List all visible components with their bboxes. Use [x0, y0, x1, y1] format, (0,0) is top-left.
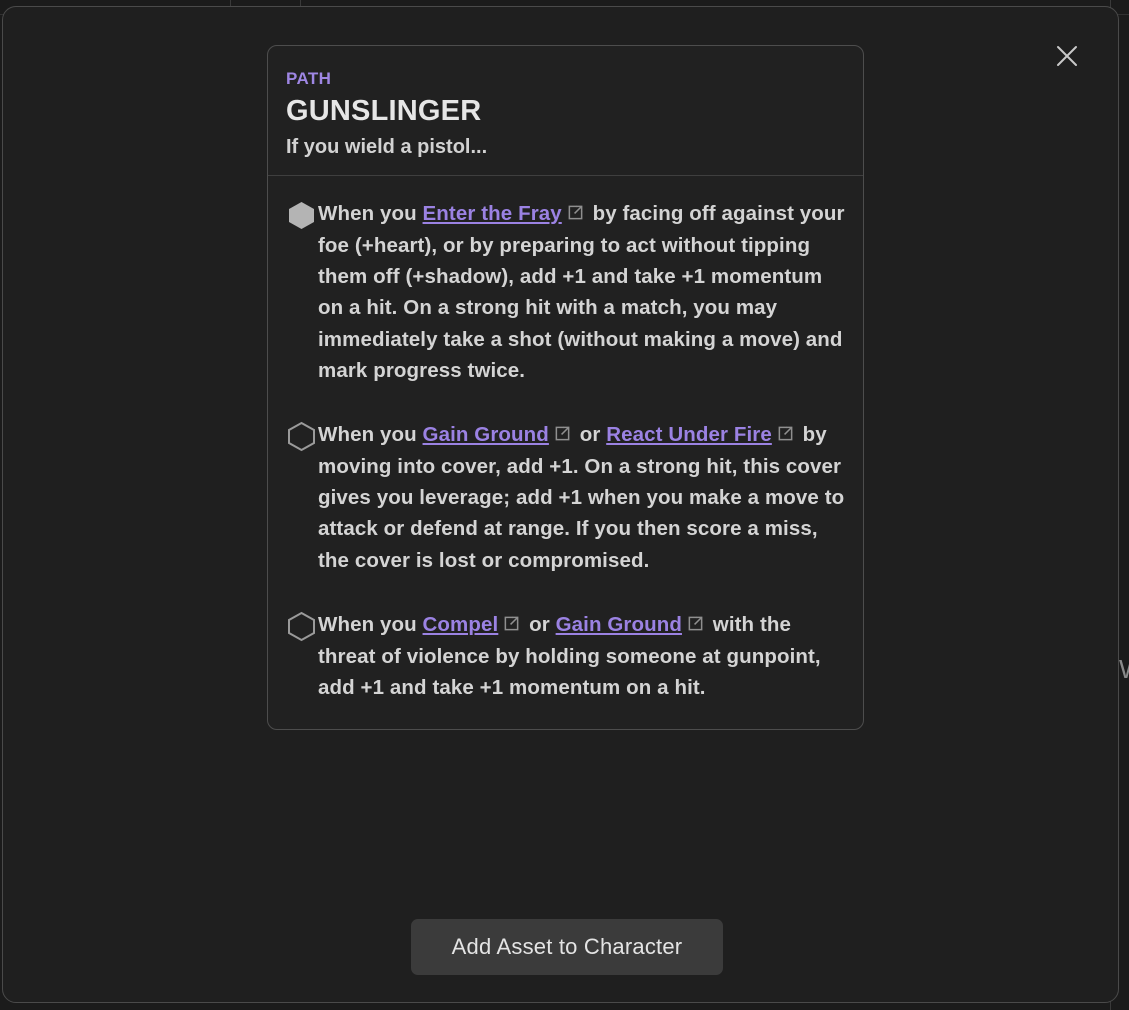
ability-text: When you Enter the Fray by facing off ag…	[318, 198, 845, 386]
ability-text-segment: When you	[318, 202, 423, 225]
add-asset-to-character-button[interactable]: Add Asset to Character	[411, 919, 723, 975]
hexagon-filled-icon[interactable]	[286, 200, 317, 231]
hexagon-outline-icon[interactable]	[286, 421, 317, 452]
ability-item[interactable]: When you Compel or Gain Ground with the …	[286, 609, 845, 703]
move-link[interactable]: Enter the Fray	[423, 202, 562, 225]
asset-detail-modal: PATH GUNSLINGER If you wield a pistol...…	[2, 6, 1119, 1003]
asset-header: PATH GUNSLINGER If you wield a pistol...	[268, 46, 863, 176]
external-link-icon[interactable]	[687, 610, 704, 641]
ability-text: When you Gain Ground or React Under Fire…	[318, 419, 845, 576]
external-link-icon[interactable]	[567, 199, 584, 230]
ability-list: When you Enter the Fray by facing off ag…	[268, 176, 863, 729]
move-link[interactable]: Gain Ground	[556, 613, 682, 636]
external-link-icon[interactable]	[503, 610, 520, 641]
ability-text-segment: or	[573, 422, 607, 446]
ability-text: When you Compel or Gain Ground with the …	[318, 609, 845, 703]
ability-item[interactable]: When you Gain Ground or React Under Fire…	[286, 419, 845, 576]
asset-type-label: PATH	[286, 69, 332, 88]
asset-title: GUNSLINGER	[286, 94, 482, 127]
close-icon[interactable]	[1048, 37, 1086, 75]
hexagon-outline-icon[interactable]	[286, 611, 317, 642]
move-link[interactable]: Compel	[423, 613, 499, 636]
ability-item[interactable]: When you Enter the Fray by facing off ag…	[286, 198, 845, 386]
asset-subtitle: If you wield a pistol...	[286, 136, 488, 158]
external-link-icon[interactable]	[777, 420, 794, 451]
ability-text-segment: or	[523, 612, 556, 636]
asset-card: PATH GUNSLINGER If you wield a pistol...…	[267, 45, 864, 731]
ability-text-segment: When you	[318, 422, 423, 446]
move-link[interactable]: React Under Fire	[606, 423, 772, 446]
ability-text-segment: When you	[318, 612, 423, 636]
background-clipped-content: W	[1119, 655, 1129, 683]
external-link-icon[interactable]	[554, 420, 571, 451]
move-link[interactable]: Gain Ground	[423, 423, 549, 446]
